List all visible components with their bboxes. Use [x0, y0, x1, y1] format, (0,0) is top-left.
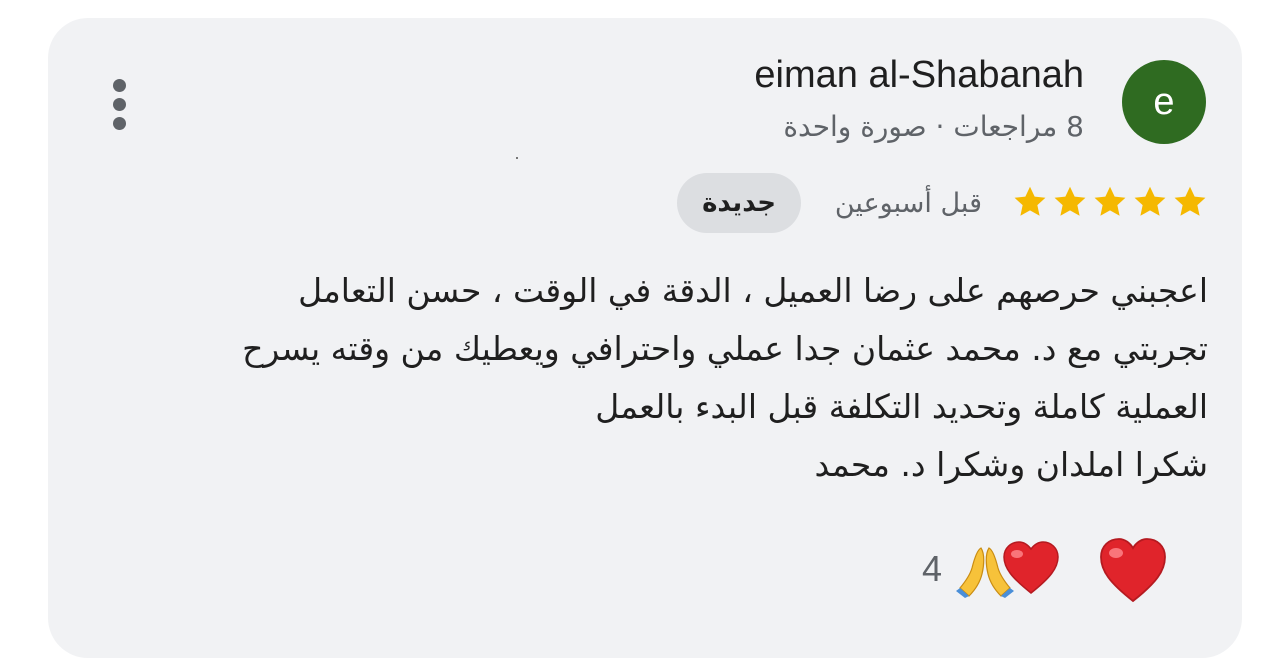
star-icon: [1014, 186, 1046, 216]
heart-icon: [1003, 541, 1059, 594]
star-icon: [1134, 186, 1166, 216]
more-vertical-icon: [113, 79, 126, 92]
author-name[interactable]: eiman al-Shabanah: [754, 54, 1084, 97]
avatar-letter: e: [1153, 80, 1175, 123]
review-line: شكرا املدان وشكرا د. محمد: [814, 445, 1208, 484]
more-options-button[interactable]: [100, 74, 140, 134]
more-vertical-icon-dot: [113, 117, 126, 130]
new-badge: جديدة: [677, 173, 801, 233]
review-line: العملية كاملة وتحديد التكلفة قبل البدء ب…: [595, 387, 1208, 426]
reaction-count[interactable]: 4: [922, 548, 942, 590]
avatar[interactable]: e: [1122, 60, 1206, 144]
author-meta: 8 مراجعات · صورة واحدة: [783, 110, 1084, 143]
star-rating: [1012, 184, 1208, 220]
star-icon: [1094, 186, 1126, 216]
review-line: اعجبني حرصهم على رضا العميل ، الدقة في ا…: [298, 271, 1208, 310]
star-icon: [1054, 186, 1086, 216]
review-line: تجربتي مع د. محمد عثمان جدا عملي واحتراف…: [242, 329, 1208, 368]
more-vertical-icon-dot: [113, 98, 126, 111]
speck: [516, 157, 518, 159]
review-time: قبل أسبوعين: [834, 188, 982, 219]
review-text: اعجبني حرصهم على رضا العميل ، الدقة في ا…: [148, 262, 1208, 494]
new-badge-label: جديدة: [702, 188, 776, 218]
react-heart-button[interactable]: [1098, 536, 1168, 604]
star-icon: [1174, 186, 1206, 216]
